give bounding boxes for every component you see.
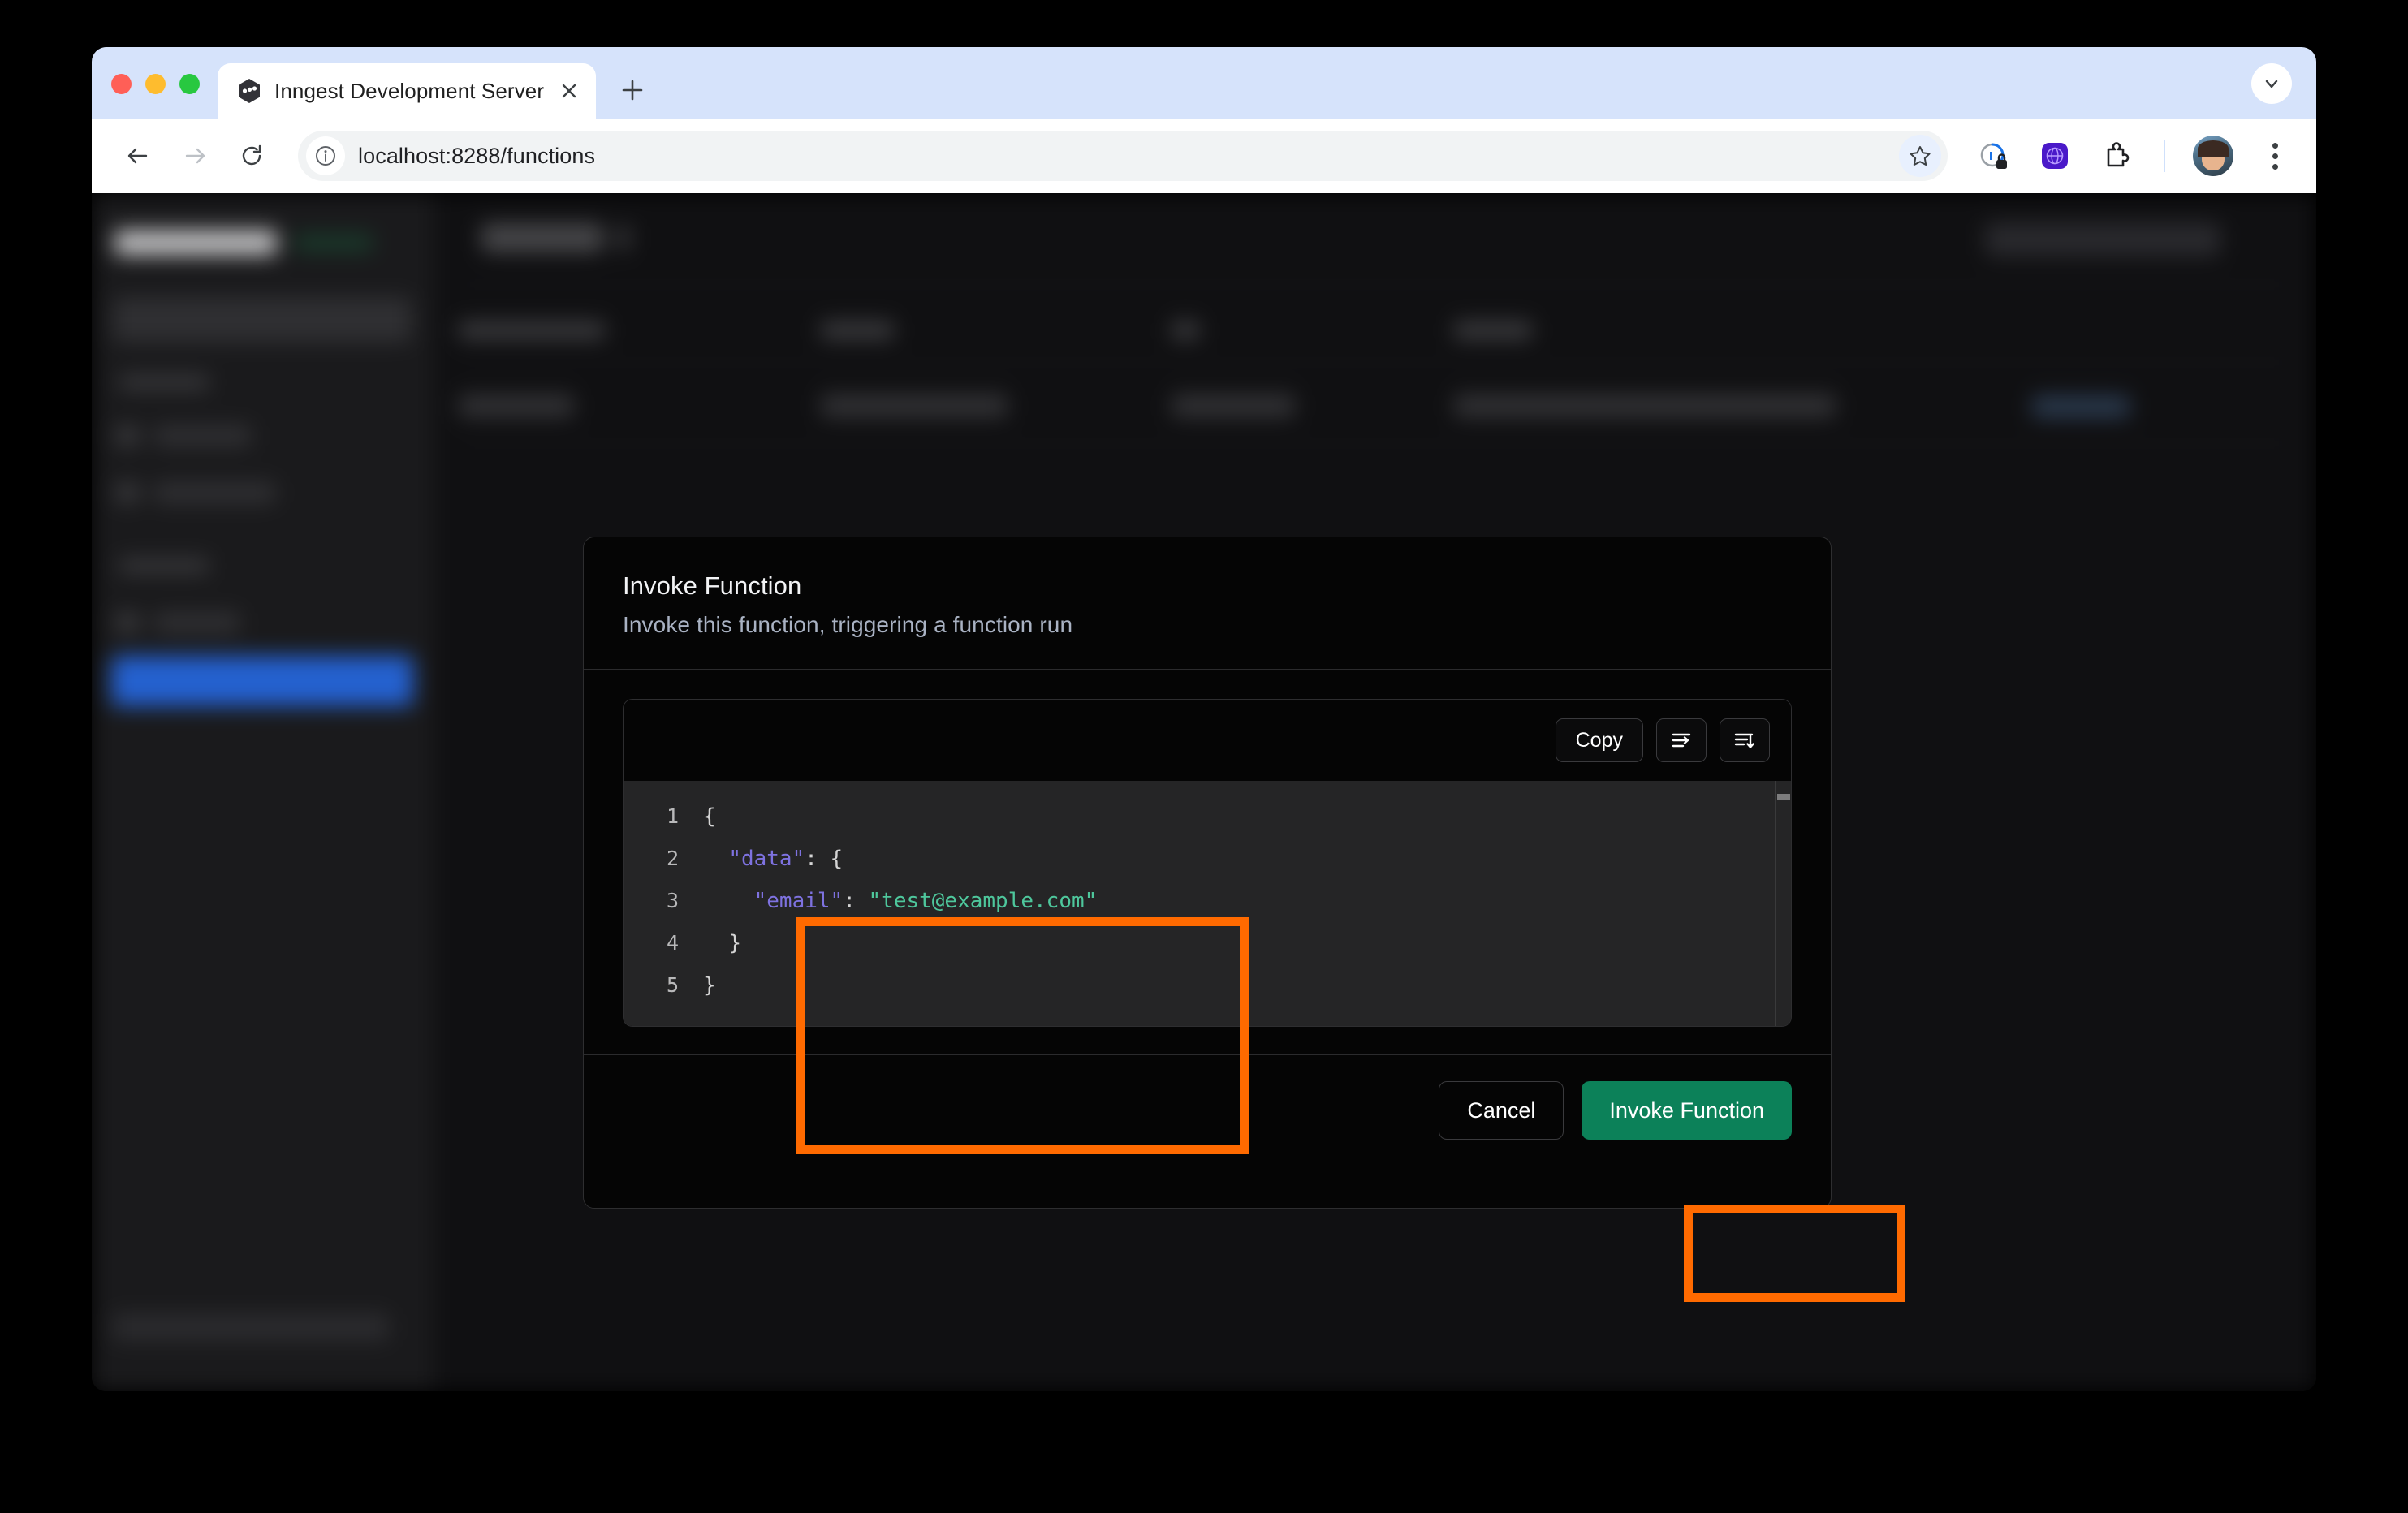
code-line: "data": { <box>703 838 1791 880</box>
code-token-key: "email" <box>753 889 844 913</box>
address-bar[interactable]: localhost:8288/functions <box>298 131 1948 181</box>
table-column-header <box>459 321 605 339</box>
table-cell <box>821 394 1008 417</box>
code-line: } <box>703 922 1791 964</box>
code-token-punc: : <box>843 889 869 913</box>
code-line: } <box>703 964 1791 1007</box>
code-token-punc: : { <box>805 847 844 871</box>
code-token-key: "data" <box>728 847 805 871</box>
modal-body: Copy 1 2 3 4 5 {"data": {"email": "tes… <box>584 670 1831 1054</box>
line-number: 5 <box>666 973 679 997</box>
line-number: 2 <box>666 847 679 870</box>
sidebar-version-badge <box>293 234 374 252</box>
editor-toolbar: Copy <box>624 700 1791 781</box>
sidebar-item-icon <box>116 482 139 503</box>
app-action-button[interactable] <box>1985 222 2220 256</box>
sidebar-item-events[interactable] <box>153 482 275 503</box>
table-row-link[interactable] <box>2032 396 2130 417</box>
table-column-header <box>1454 321 1532 339</box>
modal-header: Invoke Function Invoke this function, tr… <box>584 537 1831 669</box>
line-number: 4 <box>666 931 679 955</box>
extension-purple-icon[interactable] <box>2032 133 2078 179</box>
sidebar-logo <box>114 231 277 255</box>
json-payload-editor[interactable]: Copy 1 2 3 4 5 {"data": {"email": "tes… <box>623 699 1792 1027</box>
inngest-hexagon-icon <box>235 77 263 105</box>
code-token-str: "test@example.com" <box>868 889 1098 913</box>
close-icon[interactable] <box>555 77 583 105</box>
modal-title: Invoke Function <box>623 571 802 600</box>
sidebar-item-runs[interactable] <box>153 425 251 446</box>
cancel-button[interactable]: Cancel <box>1439 1081 1564 1140</box>
browser-tabstrip: Inngest Development Server <box>92 47 2316 119</box>
line-number: 3 <box>666 889 679 912</box>
table-column-header <box>821 321 894 339</box>
wrap-text-icon[interactable] <box>1656 718 1707 762</box>
table-column-header <box>1172 321 1199 339</box>
modal-subtitle: Invoke this function, triggering a funct… <box>623 612 1073 637</box>
browser-tab-active[interactable]: Inngest Development Server <box>218 63 597 119</box>
code-token-punc: } <box>728 931 741 955</box>
code-line: { <box>703 795 1791 838</box>
star-icon[interactable] <box>1899 135 1941 177</box>
privacy-lock-icon[interactable] <box>1970 133 2016 179</box>
table-cell <box>459 394 574 417</box>
site-info-icon[interactable] <box>306 136 345 175</box>
invoke-function-modal: Invoke Function Invoke this function, tr… <box>583 537 1832 1209</box>
puzzle-extensions-icon[interactable] <box>2094 133 2139 179</box>
sidebar-section-header <box>119 375 209 390</box>
page-viewport: Invoke Function Invoke this function, tr… <box>92 193 2316 1391</box>
browser-window: Inngest Development Server localhost:828… <box>92 47 2316 1391</box>
page-title <box>481 224 603 252</box>
code-line: "email": "test@example.com" <box>703 880 1791 922</box>
line-number-gutter: 1 2 3 4 5 <box>624 781 692 1026</box>
browser-toolbar: localhost:8288/functions <box>92 119 2316 193</box>
invoke-function-button[interactable]: Invoke Function <box>1582 1081 1792 1140</box>
kebab-menu-icon[interactable] <box>2255 133 2295 179</box>
sidebar-item-apps[interactable] <box>153 612 240 633</box>
window-traffic-lights <box>111 74 200 119</box>
copy-button[interactable]: Copy <box>1555 718 1643 762</box>
code-lines[interactable]: { "data": { "email": "test@example.com" … <box>692 781 1791 1026</box>
sidebar-item-icon <box>116 612 139 633</box>
code-token-punc: } <box>703 973 716 998</box>
back-arrow-icon[interactable] <box>113 131 163 181</box>
count-badge <box>618 226 629 250</box>
tabstrip-right-controls <box>2251 63 2316 119</box>
line-number: 1 <box>666 804 679 828</box>
sidebar-footer-item[interactable] <box>113 1313 389 1341</box>
code-token-punc: { <box>703 804 716 829</box>
minimize-window-button[interactable] <box>145 74 166 94</box>
modal-footer: Cancel Invoke Function <box>584 1055 1831 1166</box>
code-area[interactable]: 1 2 3 4 5 { "data": { "email": "test@exa… <box>624 781 1791 1026</box>
maximize-window-button[interactable] <box>179 74 200 94</box>
format-sort-down-icon[interactable] <box>1720 718 1770 762</box>
toolbar-divider <box>2164 140 2165 172</box>
sidebar-environment-selector[interactable] <box>113 297 412 343</box>
plus-icon[interactable] <box>611 68 654 112</box>
browser-tab-title: Inngest Development Server <box>274 78 545 103</box>
url-text: localhost:8288/functions <box>358 143 596 168</box>
table-cell <box>1172 394 1295 417</box>
close-window-button[interactable] <box>111 74 132 94</box>
chevron-down-icon[interactable] <box>2251 63 2292 104</box>
sidebar-item-functions-active[interactable] <box>111 656 413 706</box>
forward-arrow-icon[interactable] <box>170 131 220 181</box>
reload-icon[interactable] <box>227 131 277 181</box>
code-scrollbar[interactable] <box>1775 781 1791 1026</box>
sidebar <box>92 193 433 1391</box>
table-cell <box>1454 394 1836 417</box>
scrollbar-thumb[interactable] <box>1777 794 1790 800</box>
sidebar-item-icon <box>116 425 139 446</box>
avatar[interactable] <box>2193 136 2233 176</box>
sidebar-section-header <box>119 558 209 573</box>
